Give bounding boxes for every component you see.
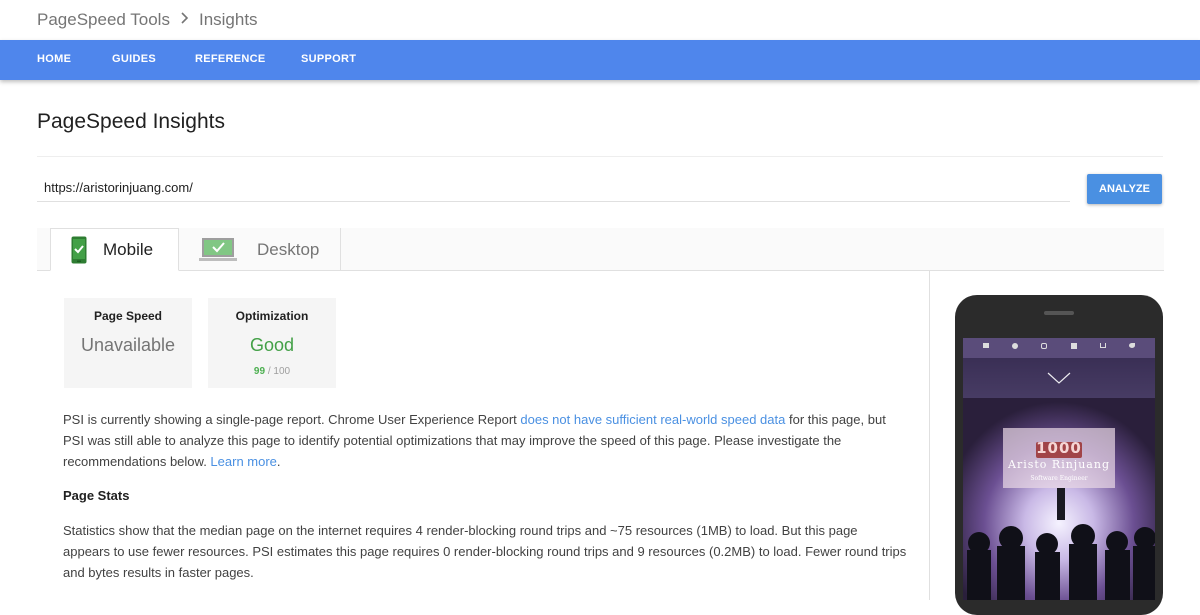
tab-mobile-label: Mobile: [103, 239, 154, 259]
report-notice-text-a: PSI is currently showing a single-page r…: [63, 412, 521, 427]
phone-speaker: [1044, 311, 1074, 315]
twitter-icon: [1129, 343, 1136, 348]
optimization-card: Optimization Good 99 / 100: [208, 298, 336, 388]
analyze-button[interactable]: ANALYZE: [1087, 174, 1162, 204]
optimization-score-max: / 100: [267, 366, 291, 377]
nav-item-support[interactable]: SUPPORT: [301, 53, 356, 65]
preview-badge: 1000: [1036, 439, 1082, 457]
page-stats-heading: Page Stats: [63, 488, 130, 503]
insufficient-data-link[interactable]: does not have sufficient real-world spee…: [520, 412, 785, 427]
report-notice-end: .: [276, 454, 281, 469]
page-stats-text: Statistics show that the median page on …: [63, 523, 907, 580]
nav-bar: HOME GUIDES REFERENCE SUPPORT: [0, 40, 1200, 80]
page-speed-card-title: Page Speed: [93, 309, 163, 323]
tab-mobile[interactable]: Mobile: [50, 228, 179, 271]
preview-name: Aristo Rinjuang: [1008, 458, 1110, 471]
tab-desktop-label: Desktop: [257, 239, 320, 259]
optimization-card-title: Optimization: [235, 309, 309, 323]
preview-social-icons: [963, 343, 1155, 349]
github-icon: [1011, 343, 1018, 349]
breadcrumb-root-link[interactable]: PageSpeed Tools: [37, 10, 170, 30]
breadcrumb-current: Insights: [198, 10, 258, 29]
device-tabs: Mobile Desktop: [37, 228, 1164, 271]
page-speed-value: Unavailable: [80, 335, 176, 355]
optimization-value: Good: [249, 335, 295, 355]
email-icon: [982, 343, 989, 348]
instagram-icon: [1041, 343, 1048, 349]
breadcrumb: PageSpeed Tools Insights: [37, 10, 258, 30]
nav-item-guides[interactable]: GUIDES: [112, 53, 156, 65]
page-title: PageSpeed Insights: [37, 110, 225, 133]
top-bar: PageSpeed Tools Insights: [0, 0, 1200, 40]
optimization-score-number: 99: [253, 366, 266, 377]
preview-divider: [929, 271, 930, 600]
preview-subtitle: Software Engineer: [1030, 475, 1088, 482]
learn-more-link[interactable]: Learn more: [210, 454, 276, 469]
nav-item-home[interactable]: HOME: [37, 53, 71, 65]
report-notice: PSI is currently showing a single-page r…: [63, 409, 908, 472]
mobile-screenshot-preview: 1000 Aristo Rinjuang Software Engineer: [963, 338, 1155, 600]
mobile-phone-check-icon: [71, 236, 87, 264]
stack-overflow-icon: [1099, 343, 1106, 348]
title-divider: [37, 156, 1163, 157]
tab-desktop[interactable]: Desktop: [179, 228, 341, 271]
linkedin-icon: [1070, 343, 1077, 349]
nav-item-reference[interactable]: REFERENCE: [195, 53, 266, 65]
chevron-right-icon: [180, 11, 189, 29]
url-input[interactable]: [37, 174, 1070, 202]
desktop-monitor-check-icon: [199, 237, 237, 263]
page-speed-card: Page Speed Unavailable: [64, 298, 192, 388]
optimization-score: 99 / 100: [208, 366, 336, 377]
